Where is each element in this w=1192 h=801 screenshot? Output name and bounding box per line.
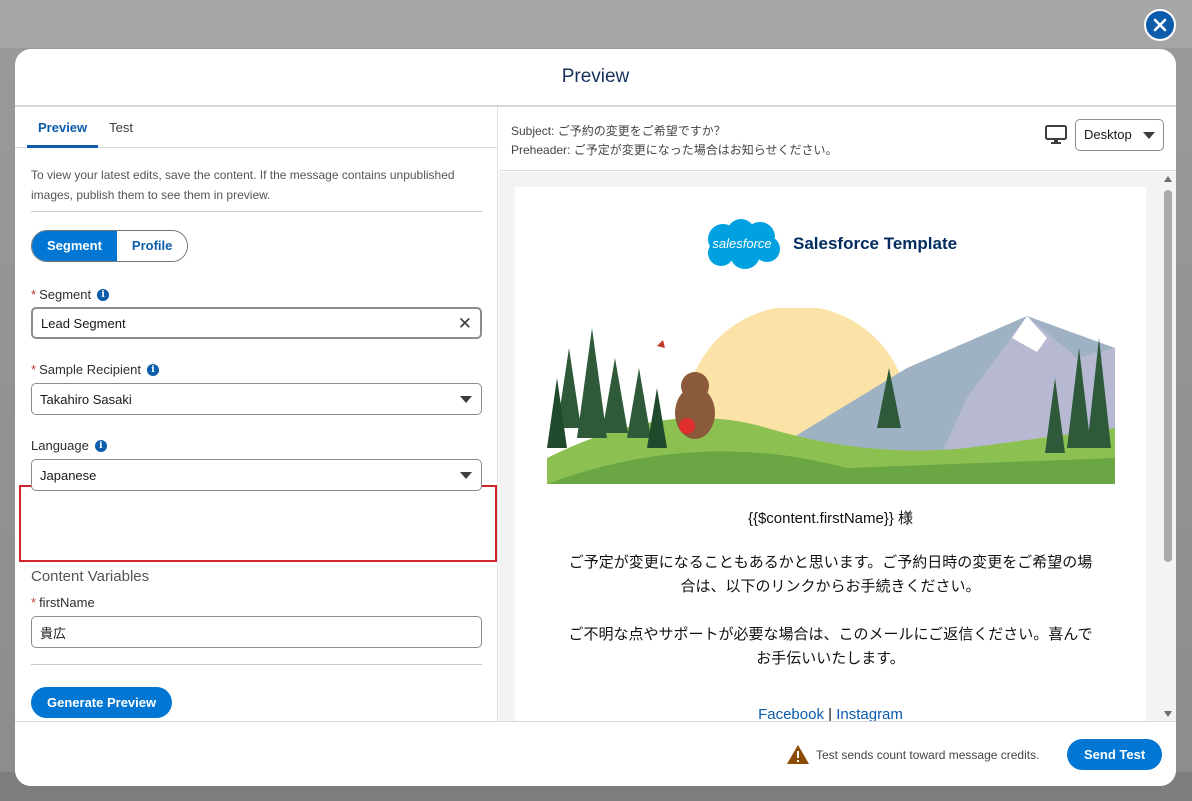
first-name-label-text: firstName <box>39 595 95 610</box>
send-test-button[interactable]: Send Test <box>1067 739 1163 770</box>
language-value: Japanese <box>40 467 97 483</box>
modal-header: Preview <box>15 49 1176 107</box>
subject-text: ご予約の変更をご希望ですか？ <box>557 124 726 138</box>
modal-footer: Test sends count toward message credits.… <box>15 721 1176 786</box>
preheader-label: Preheader: <box>511 143 571 157</box>
close-modal-button[interactable] <box>1144 9 1176 41</box>
required-marker: * <box>31 595 37 610</box>
info-icon[interactable]: i <box>94 439 107 452</box>
brand-header: salesforce Salesforce Template <box>703 217 957 271</box>
scroll-thumb[interactable] <box>1164 190 1172 562</box>
chevron-down-icon <box>1143 132 1155 139</box>
chevron-down-icon <box>460 396 472 403</box>
email-greeting: {{$content.firstName}} 様 <box>747 510 914 527</box>
language-highlight-box <box>19 485 497 562</box>
brand-name: Salesforce Template <box>793 234 958 253</box>
required-marker: * <box>31 362 37 377</box>
toggle-profile[interactable]: Profile <box>116 231 188 261</box>
segment-input[interactable]: Lead Segment ✕ <box>31 307 482 339</box>
scroll-up-icon[interactable] <box>1164 176 1172 182</box>
generate-preview-button[interactable]: Generate Preview <box>31 687 173 718</box>
sample-recipient-value: Takahiro Sasaki <box>40 391 132 407</box>
modal-title: Preview <box>561 66 630 87</box>
link-separator: | <box>828 706 833 721</box>
tab-preview[interactable]: Preview <box>27 107 99 148</box>
email-body: salesforce Salesforce Template {{$conten… <box>515 187 1146 721</box>
salesforce-cloud-logo: salesforce <box>708 219 780 269</box>
paragraph-line: お手伝いいたします。 <box>756 650 905 667</box>
required-marker: * <box>31 287 37 302</box>
left-panel: Preview Test To view your latest edits, … <box>15 107 498 721</box>
device-select[interactable]: Desktop <box>1075 119 1164 151</box>
credits-warning: Test sends count toward message credits. <box>786 744 1039 765</box>
email-preview-canvas[interactable]: salesforce Salesforce Template {{$conten… <box>499 172 1176 721</box>
source-toggle: Segment Profile <box>31 230 189 262</box>
right-panel: Subject: ご予約の変更をご希望ですか？ Preheader: ご予定が変… <box>499 107 1176 721</box>
toggle-segment[interactable]: Segment <box>32 231 117 261</box>
device-value: Desktop <box>1084 127 1132 142</box>
close-icon <box>1146 11 1174 39</box>
subject-block: Subject: ご予約の変更をご希望ですか？ Preheader: ご予定が変… <box>511 122 837 160</box>
language-label-text: Language <box>31 438 89 453</box>
social-links: Facebook | Instagram <box>515 706 1146 721</box>
preheader-text: ご予定が変更になった場合はお知らせください。 <box>573 143 838 157</box>
content-variables-title: Content Variables <box>31 568 150 585</box>
warning-icon <box>787 745 809 764</box>
paragraph-line: ご予定が変更になることもあるかと思います。ご予約日時の変更をご希望の場 <box>568 554 1093 571</box>
divider <box>31 211 482 212</box>
chevron-down-icon <box>460 472 472 479</box>
desktop-monitor-icon <box>1045 125 1067 150</box>
sample-recipient-label: * Sample Recipient i <box>31 362 159 377</box>
segment-label: * Segment i <box>31 287 110 302</box>
info-icon[interactable]: i <box>146 363 159 376</box>
instagram-link[interactable]: Instagram <box>836 706 903 721</box>
divider <box>31 664 482 665</box>
warning-text: Test sends count toward message credits. <box>816 747 1040 762</box>
sample-recipient-label-text: Sample Recipient <box>39 362 141 377</box>
first-name-input[interactable]: 貴広 <box>31 616 482 648</box>
background-header <box>0 0 1192 48</box>
tab-test[interactable]: Test <box>98 107 144 148</box>
clear-icon[interactable]: ✕ <box>458 315 472 332</box>
tab-bar: Preview Test <box>15 107 497 148</box>
preview-header: Subject: ご予約の変更をご希望ですか？ Preheader: ご予定が変… <box>499 107 1176 171</box>
hero-illustration <box>547 308 1115 484</box>
paragraph-line: 合は、以下のリンクからお手続きください。 <box>680 578 981 595</box>
email-paragraph-2: ご不明な点やサポートが必要な場合は、このメールにご返信ください。喜んで お手伝い… <box>545 623 1116 671</box>
email-paragraph-1: ご予定が変更になることもあるかと思います。ご予約日時の変更をご希望の場 合は、以… <box>545 551 1116 599</box>
paragraph-line: ご不明な点やサポートが必要な場合は、このメールにご返信ください。喜んで <box>568 626 1093 643</box>
first-name-label: * firstName <box>31 595 95 610</box>
subject-label: Subject: <box>511 124 555 138</box>
language-label: Language i <box>31 438 107 453</box>
segment-label-text: Segment <box>39 287 92 302</box>
segment-value: Lead Segment <box>41 315 126 331</box>
facebook-link[interactable]: Facebook <box>758 706 824 721</box>
preview-scrollbar[interactable] <box>1161 172 1176 721</box>
scroll-down-icon[interactable] <box>1164 711 1172 717</box>
preview-modal: Preview Preview Test To view your latest… <box>15 49 1176 786</box>
logo-text: salesforce <box>712 236 771 251</box>
info-message: To view your latest edits, save the cont… <box>31 168 455 202</box>
sample-recipient-select[interactable]: Takahiro Sasaki <box>31 383 482 415</box>
info-icon[interactable]: i <box>97 288 110 301</box>
language-select[interactable]: Japanese <box>31 459 482 491</box>
first-name-value: 貴広 <box>40 625 67 641</box>
